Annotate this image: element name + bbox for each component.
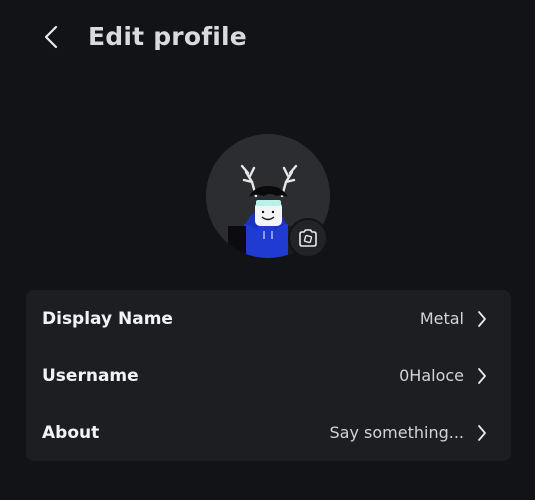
camera-icon — [299, 229, 317, 247]
avatar-section — [206, 134, 330, 258]
username-row[interactable]: Username 0Haloce — [26, 347, 511, 404]
back-button[interactable] — [34, 20, 68, 54]
change-avatar-button[interactable] — [288, 218, 328, 258]
header: Edit profile — [0, 0, 535, 72]
about-row[interactable]: About Say something... — [26, 404, 511, 461]
chevron-left-icon — [44, 25, 58, 49]
chevron-right-icon — [475, 366, 489, 386]
username-label: Username — [42, 365, 139, 386]
chevron-right-icon — [475, 309, 489, 329]
about-label: About — [42, 422, 100, 443]
profile-settings-list: Display Name Metal Username 0Haloce Abou… — [26, 290, 511, 461]
username-value: 0Haloce — [399, 366, 464, 385]
chevron-right-icon — [475, 423, 489, 443]
display-name-row[interactable]: Display Name Metal — [26, 290, 511, 347]
about-value: Say something... — [329, 423, 464, 442]
display-name-label: Display Name — [42, 308, 173, 329]
page-title: Edit profile — [88, 22, 247, 51]
display-name-value: Metal — [419, 309, 464, 328]
